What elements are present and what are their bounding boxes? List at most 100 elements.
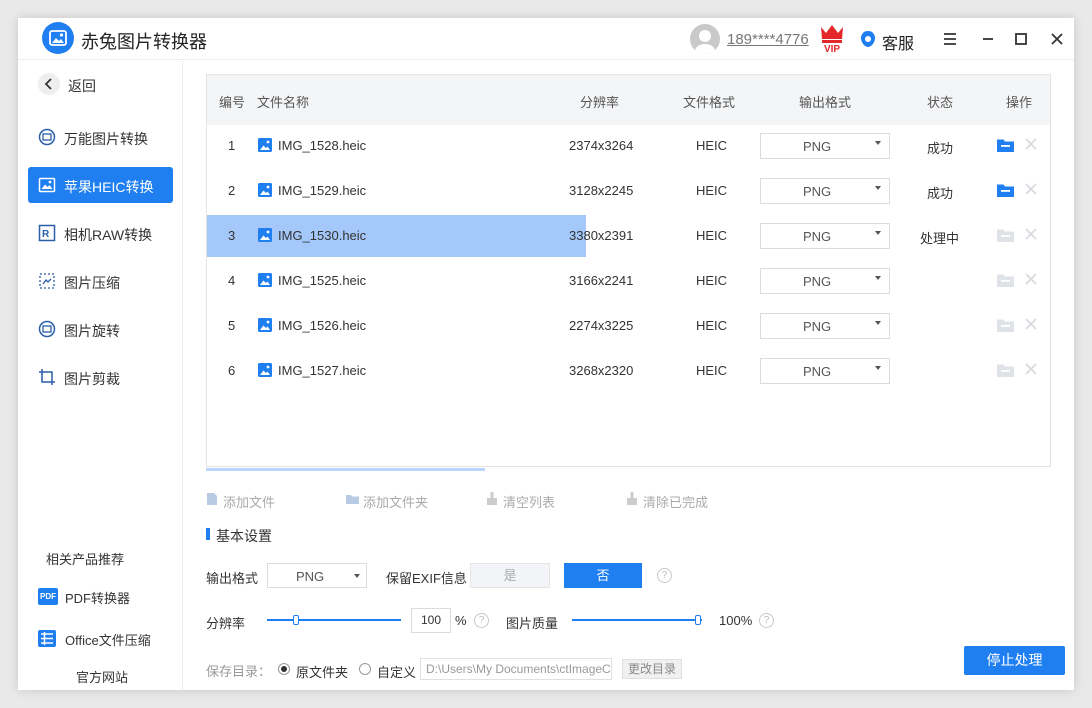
sidebar-item-universal-convert[interactable]: 万能图片转换: [28, 119, 173, 155]
service-icon[interactable]: [860, 30, 876, 51]
sidebar-item-heic-convert[interactable]: 苹果HEIC转换: [28, 167, 173, 203]
exif-label: 保留EXIF信息: [386, 571, 467, 586]
official-site-link[interactable]: 官方网站: [76, 667, 128, 686]
exif-no-button[interactable]: 否: [564, 563, 642, 588]
chevron-down-icon: [875, 366, 881, 370]
stop-button[interactable]: 停止处理: [964, 646, 1065, 675]
cell-resolution: 3380x2391: [569, 228, 634, 243]
help-icon[interactable]: ?: [657, 568, 672, 583]
sidebar-item-compress[interactable]: 图片压缩: [28, 263, 173, 299]
chevron-down-icon: [875, 231, 881, 235]
sidebar-item-label: 相机RAW转换: [64, 227, 153, 243]
table-row[interactable]: 4 IMG_1525.heic 3166x2241 HEIC PNG: [207, 260, 1050, 302]
cell-no: 6: [228, 363, 236, 378]
quality-slider-track[interactable]: [572, 619, 702, 621]
minimize-icon[interactable]: [975, 26, 1001, 52]
table-row[interactable]: 1 IMG_1528.heic 2374x3264 HEIC PNG 成功: [207, 125, 1050, 167]
crop-icon: [38, 368, 56, 386]
table-row[interactable]: 5 IMG_1526.heic 2274x3225 HEIC PNG: [207, 305, 1050, 347]
help-icon[interactable]: ?: [759, 613, 774, 628]
save-original-label[interactable]: 原文件夹: [296, 662, 348, 681]
service-label[interactable]: 客服: [882, 30, 914, 54]
output-format-dropdown[interactable]: PNG: [760, 133, 890, 159]
delete-icon[interactable]: [1024, 362, 1038, 376]
output-format-dropdown[interactable]: PNG: [760, 313, 890, 339]
section-marker: [206, 528, 210, 540]
delete-icon[interactable]: [1024, 317, 1038, 331]
convert-icon: [38, 128, 56, 146]
open-folder-icon[interactable]: [997, 318, 1014, 333]
app-title: 赤兔图片转换器: [81, 32, 207, 52]
image-file-icon: [258, 363, 272, 377]
output-format-value: PNG: [803, 229, 832, 244]
cell-no: 1: [228, 138, 236, 153]
image-file-icon: [258, 183, 272, 197]
col-header-status: 状态: [927, 95, 954, 110]
resolution-slider-track[interactable]: [267, 619, 401, 621]
delete-icon[interactable]: [1024, 137, 1038, 151]
open-folder-icon[interactable]: [997, 273, 1014, 288]
col-header-name: 文件名称: [257, 95, 310, 110]
related-products-title: 相关产品推荐: [46, 552, 125, 567]
quality-slider-thumb[interactable]: [695, 615, 701, 625]
help-icon[interactable]: ?: [474, 613, 489, 628]
output-format-select[interactable]: PNG: [267, 563, 367, 588]
table-row[interactable]: 6 IMG_1527.heic 3268x2320 HEIC PNG: [207, 350, 1050, 392]
image-file-icon: [258, 228, 272, 242]
maximize-icon[interactable]: [1008, 26, 1034, 52]
cell-format: HEIC: [696, 318, 728, 333]
cell-format: HEIC: [696, 273, 728, 288]
resolution-input[interactable]: 100: [411, 608, 451, 633]
menu-icon[interactable]: [937, 26, 963, 52]
save-custom-radio[interactable]: [359, 663, 371, 675]
resolution-slider-thumb[interactable]: [293, 615, 299, 625]
quality-value: 100%: [719, 613, 753, 628]
user-avatar[interactable]: [690, 24, 720, 54]
folder-icon: [346, 492, 359, 506]
change-dir-button[interactable]: 更改目录: [622, 659, 682, 679]
chevron-down-icon: [875, 321, 881, 325]
output-format-dropdown[interactable]: PNG: [760, 178, 890, 204]
image-file-icon: [258, 273, 272, 287]
clear-done-label: 清除已完成: [643, 495, 709, 510]
cell-format: HEIC: [696, 183, 728, 198]
sidebar-item-crop[interactable]: 图片剪裁: [28, 359, 173, 395]
cell-format: HEIC: [696, 228, 728, 243]
output-format-dropdown[interactable]: PNG: [760, 268, 890, 294]
output-format-dropdown[interactable]: PNG: [760, 358, 890, 384]
user-phone-link[interactable]: 189****4776: [727, 31, 809, 48]
open-folder-icon[interactable]: [997, 138, 1014, 153]
vip-crown-icon[interactable]: VIP: [818, 23, 846, 55]
open-folder-icon[interactable]: [997, 183, 1014, 198]
app-window: 赤兔图片转换器 189****4776 VIP 客服 返回 万能图片转换 苹果H…: [18, 18, 1074, 690]
sidebar-item-raw-convert[interactable]: R 相机RAW转换: [28, 215, 173, 251]
exif-yes-button[interactable]: 是: [470, 563, 550, 588]
related-item-label: PDF转换器: [65, 591, 131, 606]
cell-no: 3: [228, 228, 236, 243]
heic-icon: [38, 176, 56, 194]
save-original-radio[interactable]: [278, 663, 290, 675]
output-format-dropdown[interactable]: PNG: [760, 223, 890, 249]
close-icon[interactable]: [1044, 26, 1070, 52]
sidebar-item-label: 图片旋转: [64, 323, 120, 339]
table-scrollbar[interactable]: [206, 468, 485, 471]
cell-filename: IMG_1526.heic: [278, 318, 367, 333]
delete-icon[interactable]: [1024, 227, 1038, 241]
chevron-down-icon: [354, 574, 360, 578]
delete-icon[interactable]: [1024, 182, 1038, 196]
open-folder-icon[interactable]: [997, 228, 1014, 243]
save-path-field[interactable]: D:\Users\My Documents\ctImageC: [420, 658, 612, 680]
chevron-down-icon: [875, 276, 881, 280]
svg-text:R: R: [42, 229, 50, 240]
delete-icon[interactable]: [1024, 272, 1038, 286]
save-custom-label[interactable]: 自定义: [377, 662, 416, 681]
sidebar-item-rotate[interactable]: 图片旋转: [28, 311, 173, 347]
rotate-icon: [38, 320, 56, 338]
table-row[interactable]: 3 IMG_1530.heic 3380x2391 HEIC PNG 处理中: [207, 215, 1050, 257]
resolution-unit: %: [455, 613, 467, 628]
cell-no: 5: [228, 318, 236, 333]
open-folder-icon[interactable]: [997, 363, 1014, 378]
back-button[interactable]: 返回: [38, 73, 168, 99]
table-row[interactable]: 2 IMG_1529.heic 3128x2245 HEIC PNG 成功: [207, 170, 1050, 212]
cell-filename: IMG_1530.heic: [278, 228, 367, 243]
